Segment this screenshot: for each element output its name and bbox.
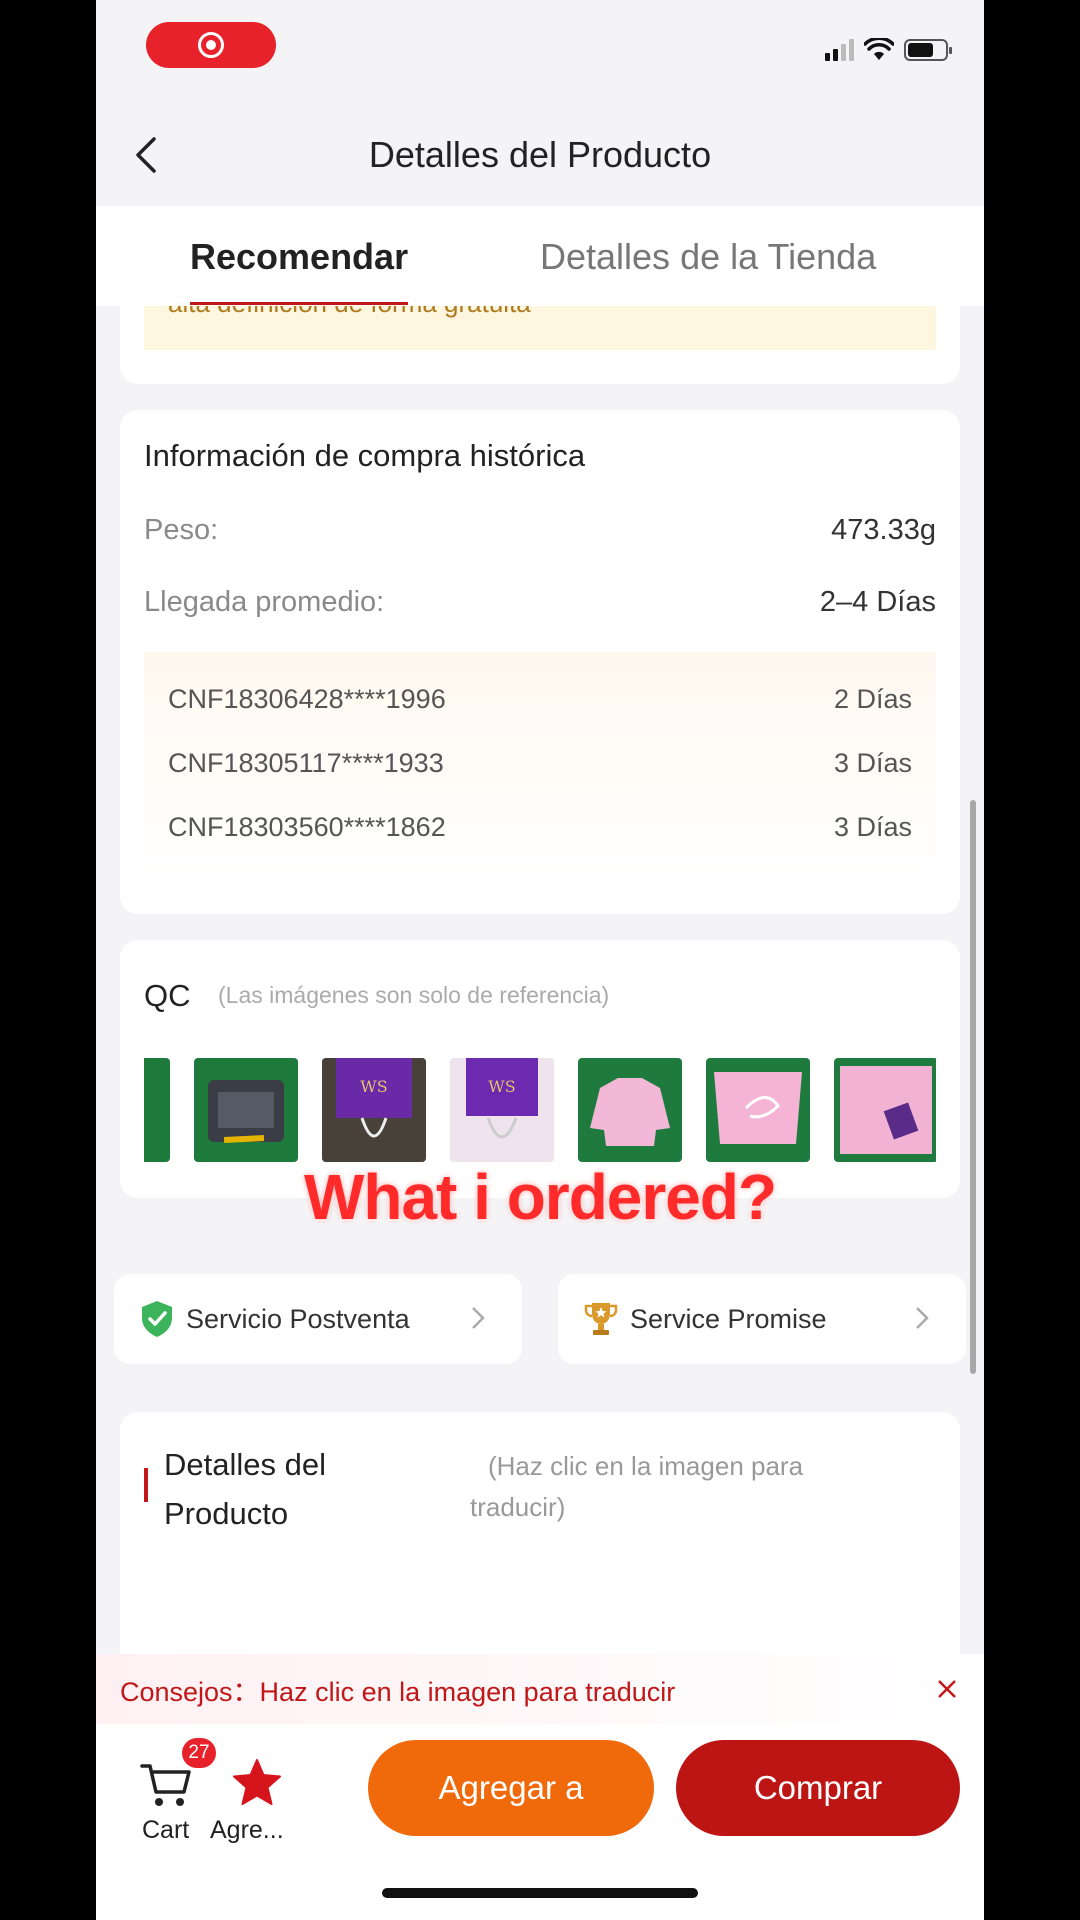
details-hint: (Haz clic en la imagen para traducir) <box>470 1451 804 1522</box>
order-days: 2 Días <box>833 684 912 714</box>
favorite-label: Agre... <box>210 1816 284 1844</box>
phone-screen: Detalles del Producto alta definición de… <box>96 0 984 1920</box>
wifi-icon <box>864 38 894 60</box>
order-row: CNF18306428****1996 2 Días <box>168 684 912 715</box>
tips-text: Consejos：Haz clic en la imagen para trad… <box>120 1676 676 1707</box>
purchase-history-card: Información de compra histórica Peso: 47… <box>120 410 960 914</box>
qc-thumbnail-pink-sweater[interactable] <box>578 1058 682 1162</box>
weight-value: 473.33g <box>831 514 936 546</box>
screen-record-indicator[interactable] <box>146 22 276 68</box>
bottom-action-bar: 27 Cart Agre... Agregar a Comprar <box>96 1724 984 1920</box>
home-indicator[interactable] <box>382 1888 698 1898</box>
order-id: CNF18305117****1933 <box>168 748 444 778</box>
order-list: CNF18306428****1996 2 Días CNF18305117**… <box>144 652 936 880</box>
battery-icon <box>904 39 952 61</box>
order-id: CNF18303560****1862 <box>168 812 446 842</box>
chevron-right-icon <box>908 1304 936 1332</box>
product-details-card: Detalles del Producto (Haz clic en la im… <box>120 1412 960 1672</box>
qc-thumbnail-package[interactable] <box>194 1058 298 1162</box>
details-title: Detalles del Producto <box>164 1447 326 1531</box>
trophy-icon <box>584 1302 618 1336</box>
order-row: CNF18303560****1862 3 Días <box>168 812 912 843</box>
qc-thumbnail-strip[interactable]: WS WS <box>144 1058 936 1162</box>
close-tips-button[interactable] <box>930 1672 964 1706</box>
qc-thumbnail-purple-label-closeup[interactable]: WS <box>450 1058 554 1162</box>
tab-bar: Recomendar Detalles de la Tienda <box>96 206 984 306</box>
qc-note: (Las imágenes son solo de referencia) <box>218 982 610 1008</box>
cart-label: Cart <box>142 1816 190 1844</box>
screen-record-icon <box>198 32 224 58</box>
status-icons <box>825 38 952 62</box>
tab-store-details[interactable]: Detalles de la Tienda <box>540 236 876 278</box>
qc-thumbnail-purple-label[interactable]: WS <box>322 1058 426 1162</box>
cart-icon <box>140 1764 191 1806</box>
scrollbar[interactable] <box>970 800 976 1374</box>
qc-thumbnail-pink-sweater-folded[interactable] <box>834 1058 936 1162</box>
svg-text:WS: WS <box>488 1077 515 1096</box>
shield-check-icon <box>140 1301 174 1337</box>
svg-text:WS: WS <box>360 1077 387 1096</box>
qc-thumbnail-pink-sweater-back[interactable] <box>706 1058 810 1162</box>
add-favorite-button[interactable]: Agre... <box>210 1738 300 1844</box>
order-row: CNF18305117****1933 3 Días <box>168 748 912 779</box>
service-promise-button[interactable]: Service Promise <box>558 1274 966 1364</box>
order-days: 3 Días <box>833 812 912 842</box>
order-days: 3 Días <box>833 748 912 778</box>
cart-button[interactable]: 27 Cart <box>128 1738 216 1844</box>
tips-bar: Consejos：Haz clic en la imagen para trad… <box>96 1654 984 1724</box>
tab-recomendar[interactable]: Recomendar <box>190 236 409 305</box>
qc-thumbnail-dark-clothing[interactable] <box>144 1058 170 1162</box>
after-sales-service-button[interactable]: Servicio Postventa <box>114 1274 522 1364</box>
star-icon <box>233 1759 281 1805</box>
qc-title: QC <box>144 978 191 1013</box>
arrival-label: Llegada promedio: <box>144 586 385 618</box>
service-promise-label: Service Promise <box>630 1303 827 1334</box>
weight-label: Peso: <box>144 514 219 546</box>
after-sales-label: Servicio Postventa <box>186 1303 410 1334</box>
weight-row: Peso: 473.33g <box>144 514 936 547</box>
cellular-signal-icon <box>825 39 854 61</box>
section-accent-bar <box>144 1468 148 1502</box>
history-title: Información de compra histórica <box>144 438 586 473</box>
order-id: CNF18306428****1996 <box>168 684 446 714</box>
arrival-value: 2–4 Días <box>819 586 936 618</box>
buy-button[interactable]: Comprar <box>676 1740 960 1836</box>
notice-banner: alta definición de forma gratuita <box>144 290 936 350</box>
chevron-right-icon <box>464 1304 492 1332</box>
page-title: Detalles del Producto <box>368 134 712 175</box>
arrival-row: Llegada promedio: 2–4 Días <box>144 586 936 619</box>
add-to-cart-button[interactable]: Agregar a <box>368 1740 654 1836</box>
nav-header: Detalles del Producto <box>96 110 984 200</box>
video-caption-overlay: What i ordered? <box>302 1159 779 1235</box>
close-icon <box>938 1680 956 1698</box>
